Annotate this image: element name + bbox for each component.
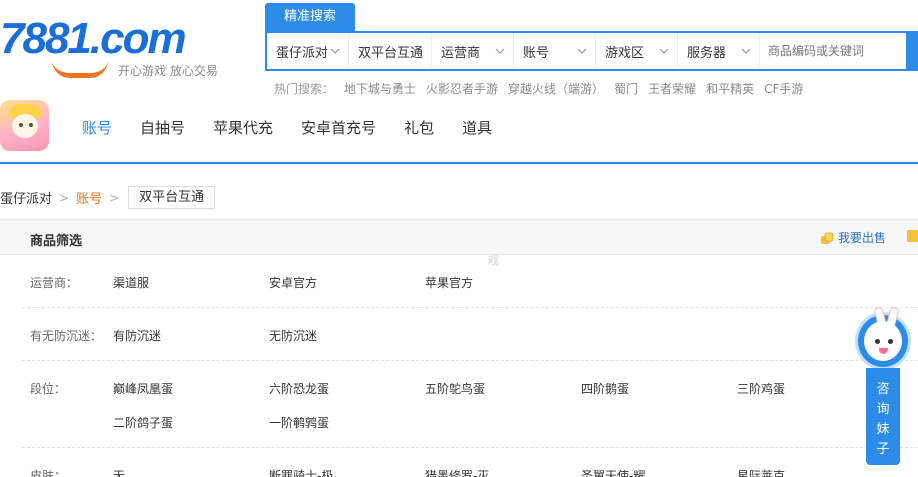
site-logo[interactable]: 7881.com 开心游戏 放心交易 <box>0 10 240 80</box>
operator-select-value: 运营商 <box>440 45 480 61</box>
breadcrumb-category[interactable]: 账号 <box>76 188 102 207</box>
filter-row-label: 有无防沉迷： <box>30 329 103 343</box>
filter-option[interactable]: 苹果官方 <box>425 274 473 291</box>
filter-option[interactable]: 猎墨修罗-灭 <box>425 467 489 477</box>
precise-search-tab[interactable]: 精准搜索 <box>265 3 355 31</box>
bunny-eye <box>875 339 880 344</box>
filter-row-rank: 段位： 巅峰凤凰蛋 六阶恐龙蛋 五阶鸵鸟蛋 四阶鹅蛋 三阶鸡蛋 二阶鸽子蛋 一阶… <box>0 361 918 448</box>
filter-option[interactable]: 有防沉迷 <box>113 327 161 344</box>
region-select-value: 游戏区 <box>604 45 644 61</box>
hot-search-link[interactable]: 火影忍者手游 <box>426 80 498 97</box>
nav-item-apple-recharge[interactable]: 苹果代充 <box>213 117 273 138</box>
filter-option[interactable]: 巅峰凤凰蛋 <box>113 380 173 397</box>
sell-label: 我要出售 <box>838 231 887 245</box>
search-button[interactable] <box>906 33 918 69</box>
filter-option[interactable]: 六阶恐龙蛋 <box>269 380 329 397</box>
logo-wordmark: 7881.com <box>0 14 187 63</box>
page: 7881.com 开心游戏 放心交易 精准搜索 蛋仔派对 双平台互通 运营商 账… <box>0 0 918 477</box>
chevron-down-icon <box>330 46 340 56</box>
filter-row-anti-addiction: 有无防沉迷： 有防沉迷 无防沉迷 <box>0 308 918 361</box>
chevron-down-icon <box>495 46 505 56</box>
chevron-right-icon: > <box>59 190 70 205</box>
filter-option[interactable]: 二阶鸽子蛋 <box>113 414 173 431</box>
hot-search-link[interactable]: 蜀门 <box>614 80 638 97</box>
nav-item-self-draw[interactable]: 自抽号 <box>140 117 185 138</box>
search-input[interactable] <box>760 33 918 69</box>
hot-search-link[interactable]: 穿越火线（端游） <box>508 80 604 97</box>
sell-button[interactable]: 我要出售 <box>820 229 886 246</box>
nav-item-gift[interactable]: 礼包 <box>404 117 434 138</box>
filter-row-label: 运营商： <box>30 276 79 290</box>
server-select-value: 服务器 <box>686 45 726 61</box>
filter-option[interactable]: 三阶鸡蛋 <box>737 380 785 397</box>
hot-search-link[interactable]: CF手游 <box>764 80 803 97</box>
nav-item-items[interactable]: 道具 <box>462 117 492 138</box>
filter-option[interactable]: 渠道服 <box>113 274 149 291</box>
chevron-down-icon <box>577 46 587 56</box>
filter-title: 商品筛选 <box>30 234 83 249</box>
breadcrumb: 蛋仔派对 > 账号 > 双平台互通 <box>0 186 216 209</box>
chevron-down-icon <box>659 46 669 56</box>
nav-divider <box>0 162 918 164</box>
filter-option[interactable]: 四阶鹅蛋 <box>581 380 629 397</box>
bunny-eye <box>888 339 893 344</box>
bunny-mouth <box>879 348 888 354</box>
game-icon-face <box>12 114 38 138</box>
filter-row-skin: 皮肤： 无 断罪骑士-极 猎墨修罗-灭 圣翼天使-耀 星际莱克 <box>0 448 918 477</box>
platform-select[interactable]: 双平台互通 <box>349 33 432 69</box>
filter-option[interactable]: 圣翼天使-耀 <box>581 467 645 477</box>
breadcrumb-platform[interactable]: 双平台互通 <box>128 186 216 209</box>
filter-option[interactable]: 断罪骑士-极 <box>269 467 333 477</box>
filter-option[interactable]: 五阶鸵鸟蛋 <box>425 380 485 397</box>
type-select[interactable]: 账号 <box>514 33 596 69</box>
chevron-down-icon <box>413 46 423 56</box>
logo-slogan: 开心游戏 放心交易 <box>118 64 218 78</box>
logo-smile-icon <box>52 60 108 78</box>
chevron-down-icon <box>741 46 751 56</box>
game-icon[interactable] <box>0 100 49 151</box>
game-select-value: 蛋仔派对 <box>276 45 329 61</box>
consult-text: 咨询妹子 <box>876 382 890 457</box>
filter-row-label: 皮肤： <box>30 469 67 477</box>
bunny-face <box>864 321 902 361</box>
region-select[interactable]: 游戏区 <box>596 33 678 69</box>
hot-search-link[interactable]: 和平精英 <box>706 80 754 97</box>
filter-row-label: 段位： <box>30 382 67 396</box>
filter-option[interactable]: 安卓官方 <box>269 274 317 291</box>
game-select[interactable]: 蛋仔派对 <box>267 33 350 69</box>
game-icon-eye <box>29 123 33 127</box>
hot-search-link[interactable]: 王者荣耀 <box>648 80 696 97</box>
money-bag-icon <box>820 231 834 245</box>
operator-select[interactable]: 运营商 <box>432 33 514 69</box>
nav-item-account[interactable]: 账号 <box>82 117 112 138</box>
filter-row-operator: 运营商： 渠道服 安卓官方 苹果官方 <box>0 255 918 308</box>
filter-option[interactable]: 一阶鹌鹑蛋 <box>269 414 329 431</box>
nav-item-android-first-charge[interactable]: 安卓首充号 <box>301 117 376 138</box>
type-select-value: 账号 <box>522 45 549 61</box>
hot-searches: 热门搜索： 地下城与勇士 火影忍者手游 穿越火线（端游） 蜀门 王者荣耀 和平精… <box>274 80 813 97</box>
search-bar: 蛋仔派对 双平台互通 运营商 账号 游戏区 服务器 <box>265 31 918 71</box>
game-icon-eye <box>19 123 23 127</box>
server-select[interactable]: 服务器 <box>678 33 760 69</box>
filter-header: 商品筛选 我要出售 <box>0 219 918 255</box>
category-nav: 账号 自抽号 苹果代充 安卓首充号 礼包 道具 <box>82 117 520 138</box>
filter-option[interactable]: 无 <box>113 467 125 477</box>
filter-option[interactable]: 无防沉迷 <box>269 327 317 344</box>
buy-icon[interactable] <box>907 230 918 242</box>
bunny-avatar-icon <box>855 306 911 370</box>
consult-label: 咨询妹子 <box>866 368 900 465</box>
filter-option[interactable]: 星际莱克 <box>737 467 785 477</box>
hot-search-link[interactable]: 地下城与勇士 <box>344 80 416 97</box>
consult-widget[interactable]: 咨询妹子 <box>855 306 911 465</box>
breadcrumb-game[interactable]: 蛋仔派对 <box>0 188 52 207</box>
hot-searches-label: 热门搜索： <box>274 82 335 96</box>
chevron-right-icon: > <box>109 190 120 205</box>
